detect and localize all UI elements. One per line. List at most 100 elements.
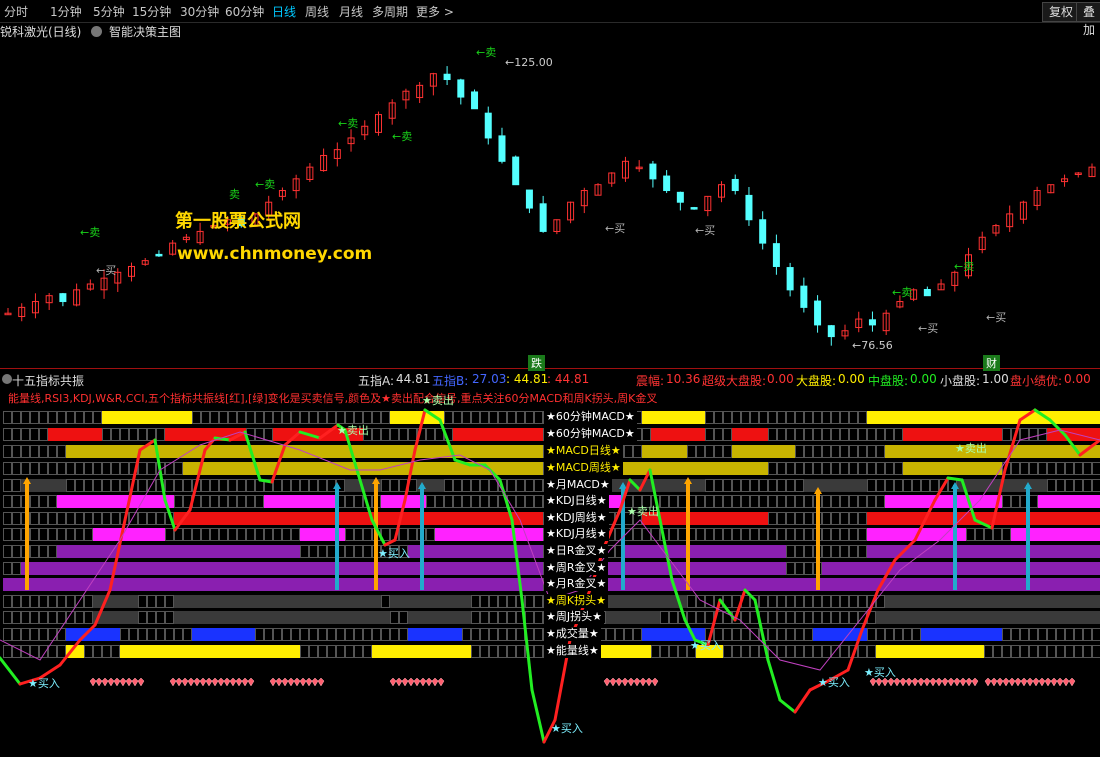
wz-b-label: 五指B: [432, 374, 469, 388]
indicator-cell-off [975, 528, 984, 541]
indicator-cell-on [201, 628, 210, 641]
indicator-cell-off [795, 479, 804, 492]
indicator-cell-on [696, 545, 705, 558]
indicator-cell-on [336, 445, 345, 458]
indicator-cell-off [768, 411, 777, 424]
indicator-cell-on [354, 611, 363, 624]
indicator-cell-on [651, 428, 660, 441]
indicator-cell-on [129, 611, 138, 624]
indicator-cell-on [975, 495, 984, 508]
indicator-cell-off [75, 462, 84, 475]
indicator-cell-off [768, 628, 777, 641]
indicator-cell-on [750, 578, 759, 591]
indicator-cell-off [273, 528, 282, 541]
indicator-cell-on [669, 428, 678, 441]
indicator-cell-on [804, 578, 813, 591]
indicator-cell-off [705, 428, 714, 441]
row-label-60min-macd-a: ★60分钟MACD★ [544, 410, 637, 424]
indicator-cell-off [30, 611, 39, 624]
indicator-cell-off [1074, 479, 1083, 492]
candle-body [457, 79, 465, 98]
indicator-cell-off [1047, 462, 1056, 475]
indicator-cell-on [903, 462, 912, 475]
indicator-cell-off [786, 611, 795, 624]
indicator-cell-on [417, 462, 426, 475]
indicator-cell-on [723, 462, 732, 475]
indicator-cell-on [291, 611, 300, 624]
indicator-cell-on [282, 595, 291, 608]
indicator-cell-off [309, 411, 318, 424]
indicator-cell-on [633, 645, 642, 658]
indicator-cell-off [876, 479, 885, 492]
indicator-cell-on [174, 645, 183, 658]
indicator-cell-off [1056, 479, 1065, 492]
indicator-cell-off [228, 528, 237, 541]
indicator-cell-off [903, 479, 912, 492]
indicator-cell-off [75, 411, 84, 424]
indicator-cell-off [606, 628, 615, 641]
indicator-cell-off [273, 479, 282, 492]
indicator-cell-on [84, 562, 93, 575]
panel-toggle-icon[interactable] [2, 374, 12, 384]
indicator-cell-on [138, 545, 147, 558]
indicator-cell-off [777, 462, 786, 475]
indicator-cell-on [111, 445, 120, 458]
indicator-cell-on [957, 562, 966, 575]
indicator-cell-on [1083, 545, 1092, 558]
indicator-cell-on [291, 645, 300, 658]
indicator-cell-off [327, 479, 336, 492]
candle-body [663, 175, 671, 192]
indicator-cell-off [39, 428, 48, 441]
period-marker-cai: 财 [983, 355, 1000, 371]
indicator-cell-on [390, 578, 399, 591]
indicator-cell-on [777, 578, 786, 591]
indicator-cell-off [831, 428, 840, 441]
indicator-cell-on [210, 562, 219, 575]
indicator-cell-off [1083, 628, 1092, 641]
indicator-cell-off [858, 595, 867, 608]
indicator-cell-off [723, 479, 732, 492]
indicator-cell-on [363, 462, 372, 475]
indicator-cell-on [246, 545, 255, 558]
indicator-cell-off [165, 628, 174, 641]
indicator-cell-on [921, 562, 930, 575]
diamond-marker [95, 677, 103, 687]
indicator-cell-on [669, 545, 678, 558]
signal-marker-bar [420, 485, 424, 590]
indicator-cell-on [930, 645, 939, 658]
indicator-cell-on [1092, 611, 1100, 624]
amplitude-label: 震幅: [636, 374, 665, 388]
indicator-cell-on [462, 545, 471, 558]
indicator-cell-off [849, 595, 858, 608]
indicator-cell-off [498, 611, 507, 624]
indicator-cell-on [903, 411, 912, 424]
indicator-cell-off [786, 562, 795, 575]
indicator-cell-off [3, 611, 12, 624]
indicator-cell-off [48, 528, 57, 541]
indicator-cell-off [840, 595, 849, 608]
indicator-cell-on [129, 411, 138, 424]
indicator-cell-on [534, 512, 543, 525]
indicator-cell-on [390, 595, 399, 608]
indicator-cell-off [48, 628, 57, 641]
indicator-cell-on [426, 562, 435, 575]
indicator-cell-off [831, 545, 840, 558]
indicator-cell-off [768, 479, 777, 492]
indicator-cell-on [165, 545, 174, 558]
indicator-cell-on [129, 562, 138, 575]
indicator-cell-on [921, 595, 930, 608]
indicator-cell-off [291, 628, 300, 641]
candle-body [155, 253, 163, 257]
indicator-cell-on [912, 645, 921, 658]
indicator-cell-off [642, 428, 651, 441]
indicator-cell-off [21, 462, 30, 475]
indicator-cell-off [138, 479, 147, 492]
indicator-cell-off [318, 411, 327, 424]
indicator-cell-on [651, 578, 660, 591]
indicator-cell-on [966, 411, 975, 424]
indicator-cell-off [57, 528, 66, 541]
diamond-marker [137, 677, 145, 687]
sub-panel-title[interactable]: 十五指标共振 [12, 372, 84, 389]
indicator-cell-off [498, 595, 507, 608]
indicator-cell-off [48, 595, 57, 608]
